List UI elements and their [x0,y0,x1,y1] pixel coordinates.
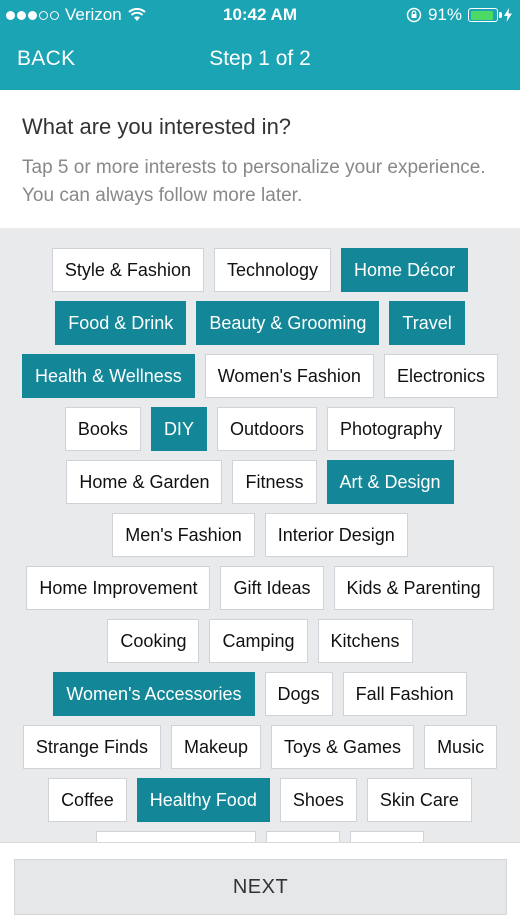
interest-row: Home & Garden Fitness Art & Design [0,460,520,504]
interest-row: Women's Accessories Dogs Fall Fashion [0,672,520,716]
interest-chip[interactable]: Home & Garden [66,460,223,504]
navigation-bar: Step 1 of 2 BACK [0,30,520,90]
status-right: 91% [406,5,512,25]
interest-chip[interactable]: Electronics [383,354,498,398]
interest-chip[interactable] [350,831,424,842]
interest-chip[interactable]: Beauty & Grooming [196,301,380,345]
interest-chip[interactable]: Health & Wellness [22,354,195,398]
interest-row: Style & Fashion Technology Home Décor [0,248,520,292]
interest-row [0,831,520,842]
interest-chip[interactable]: Women's Fashion [204,354,374,398]
interest-chip[interactable]: DIY [150,407,207,451]
interest-row: Men's Fashion Interior Design [0,513,520,557]
interest-chip[interactable]: Skin Care [366,778,472,822]
interest-chip[interactable]: Coffee [48,778,127,822]
header-subtitle: Tap 5 or more interests to personalize y… [22,157,486,206]
interest-chip[interactable]: Technology [213,248,332,292]
interest-chip[interactable]: Makeup [170,725,262,769]
interests-header: What are you interested in? Tap 5 or mor… [0,90,520,228]
interest-chip[interactable]: Camping [209,619,308,663]
interest-row: Food & Drink Beauty & Grooming Travel [0,301,520,345]
page-title: Step 1 of 2 [209,47,311,70]
battery-icon [468,8,502,22]
interest-row: Cooking Camping Kitchens [0,619,520,663]
interest-chip[interactable]: Cooking [107,619,200,663]
interest-chip[interactable]: Kids & Parenting [333,566,494,610]
interest-chip[interactable]: Kitchens [317,619,413,663]
interest-chip[interactable] [96,831,256,842]
interest-chip[interactable]: Dogs [264,672,333,716]
interest-chip[interactable]: Shoes [279,778,357,822]
interest-chip[interactable]: Strange Finds [22,725,161,769]
interest-chip[interactable]: Travel [389,301,465,345]
interest-row: Home Improvement Gift Ideas Kids & Parenti… [0,566,520,610]
interest-chip[interactable]: Photography [327,407,456,451]
interest-row: Books DIY Outdoors Photography [0,407,520,451]
next-button[interactable]: NEXT [14,859,507,915]
charging-bolt-icon [504,8,512,22]
interest-chip[interactable]: Style & Fashion [51,248,204,292]
interest-chip[interactable]: Interior Design [264,513,408,557]
interest-row: Health & Wellness Women's Fashion Electron… [0,354,520,398]
battery-percent: 91% [427,5,462,24]
back-button[interactable]: BACK [17,47,75,71]
status-bar: Verizon 10:42 AM 91% [0,0,520,30]
interest-chip[interactable]: Toys & Games [271,725,415,769]
header-title: What are you interested in? [22,114,292,139]
interest-chip[interactable]: Books [64,407,141,451]
interest-chip[interactable]: Fitness [232,460,317,504]
interest-chip[interactable]: Healthy Food [136,778,270,822]
interest-row: Strange Finds Makeup Toys & Games Music [0,725,520,769]
interest-chip[interactable]: Food & Drink [55,301,187,345]
interest-chip[interactable]: Outdoors [216,407,317,451]
interest-chip[interactable]: Home Improvement [26,566,211,610]
interest-row: Coffee Healthy Food Shoes Skin Care [0,778,520,822]
orientation-lock-icon [406,7,422,23]
interest-chip-grid: Style & Fashion Technology Home Décor Food … [0,228,520,842]
interest-chip[interactable]: Art & Design [326,460,454,504]
battery-level [470,10,494,20]
interest-chip[interactable]: Gift Ideas [220,566,324,610]
interest-chip[interactable] [266,831,340,842]
interest-chip[interactable]: Fall Fashion [342,672,467,716]
interest-chip[interactable]: Home Décor [341,248,469,292]
interest-chip[interactable]: Men's Fashion [112,513,255,557]
interest-chip[interactable]: Women's Accessories [53,672,255,716]
interest-chip[interactable]: Music [424,725,498,769]
footer-bar: NEXT [0,842,520,920]
